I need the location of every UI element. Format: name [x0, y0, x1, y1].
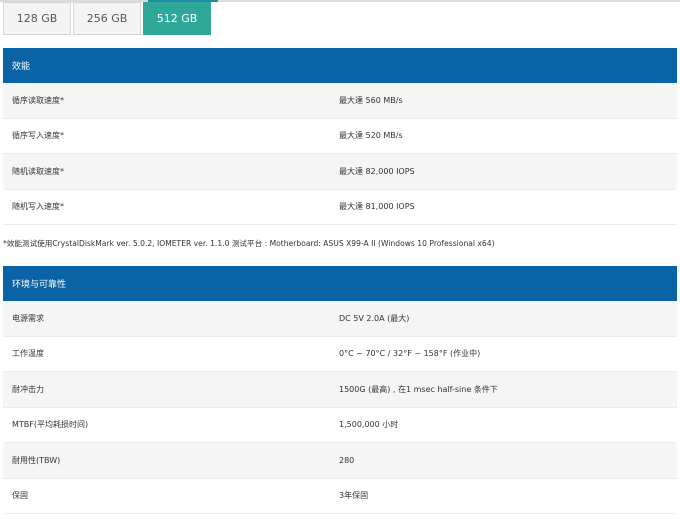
- capacity-tabs: 128 GB 256 GB 512 GB: [3, 2, 211, 36]
- spec-row-sequential-read: 循序读取速度* 最大達 560 MB/s: [3, 83, 677, 119]
- performance-header: 效能: [3, 48, 677, 83]
- spec-value: 3年保固: [339, 491, 369, 501]
- spec-row-warranty: 保固 3年保固: [3, 478, 677, 514]
- spec-value: 最大達 82,000 IOPS: [339, 166, 415, 176]
- spec-row-power: 电源需求 DC 5V 2.0A (最大): [3, 301, 677, 337]
- spec-label: 耐冲击力: [12, 384, 44, 394]
- spec-row-tbw: 耐用性(TBW) 280: [3, 443, 677, 479]
- spec-label: MTBF(平均耗损时间): [12, 420, 89, 430]
- spec-value: 280: [339, 455, 355, 465]
- spec-row-random-read: 随机读取速度* 最大達 82,000 IOPS: [3, 154, 677, 190]
- capacity-tab-512gb[interactable]: 512 GB: [143, 2, 211, 35]
- spec-label: 电源需求: [12, 313, 44, 323]
- spec-value: 0°C ~ 70°C / 32°F ~ 158°F (作业中): [339, 349, 481, 359]
- spec-label: 耐用性(TBW): [12, 455, 61, 465]
- environment-header: 环境与可靠性: [3, 266, 677, 301]
- spec-row-sequential-write: 循序写入速度* 最大達 520 MB/s: [3, 118, 677, 154]
- performance-rows: 循序读取速度* 最大達 560 MB/s 循序写入速度* 最大達 520 MB/…: [3, 83, 677, 225]
- environment-section: 环境与可靠性 电源需求 DC 5V 2.0A (最大) 工作温度 0°C ~ 7…: [3, 266, 677, 514]
- spec-label: 保固: [12, 491, 28, 501]
- benchmark-footnote: *效能测试使用CrystalDiskMark ver. 5.0.2, IOMET…: [3, 239, 495, 248]
- spec-label: 随机写入速度*: [12, 202, 64, 212]
- spec-row-random-write: 随机写入速度* 最大達 81,000 IOPS: [3, 189, 677, 225]
- capacity-tab-256gb[interactable]: 256 GB: [73, 2, 141, 35]
- capacity-tab-128gb[interactable]: 128 GB: [3, 2, 71, 35]
- spec-label: 循序写入速度*: [12, 131, 64, 141]
- spec-value: DC 5V 2.0A (最大): [339, 313, 410, 323]
- spec-value: 1,500,000 小时: [339, 420, 399, 430]
- spec-label: 循序读取速度*: [12, 95, 64, 105]
- environment-rows: 电源需求 DC 5V 2.0A (最大) 工作温度 0°C ~ 70°C / 3…: [3, 301, 677, 514]
- spec-row-shock: 耐冲击力 1500G (最高) , 在1 msec half-sine 条件下: [3, 372, 677, 408]
- spec-value: 最大達 560 MB/s: [339, 95, 403, 105]
- performance-section: 效能 循序读取速度* 最大達 560 MB/s 循序写入速度* 最大達 520 …: [3, 48, 677, 225]
- spec-row-operating-temperature: 工作温度 0°C ~ 70°C / 32°F ~ 158°F (作业中): [3, 336, 677, 372]
- spec-value: 最大達 520 MB/s: [339, 131, 403, 141]
- spec-label: 随机读取速度*: [12, 166, 64, 176]
- spec-value: 最大達 81,000 IOPS: [339, 202, 415, 212]
- spec-label: 工作温度: [12, 349, 44, 359]
- spec-row-mtbf: MTBF(平均耗损时间) 1,500,000 小时: [3, 407, 677, 443]
- spec-value: 1500G (最高) , 在1 msec half-sine 条件下: [339, 384, 498, 394]
